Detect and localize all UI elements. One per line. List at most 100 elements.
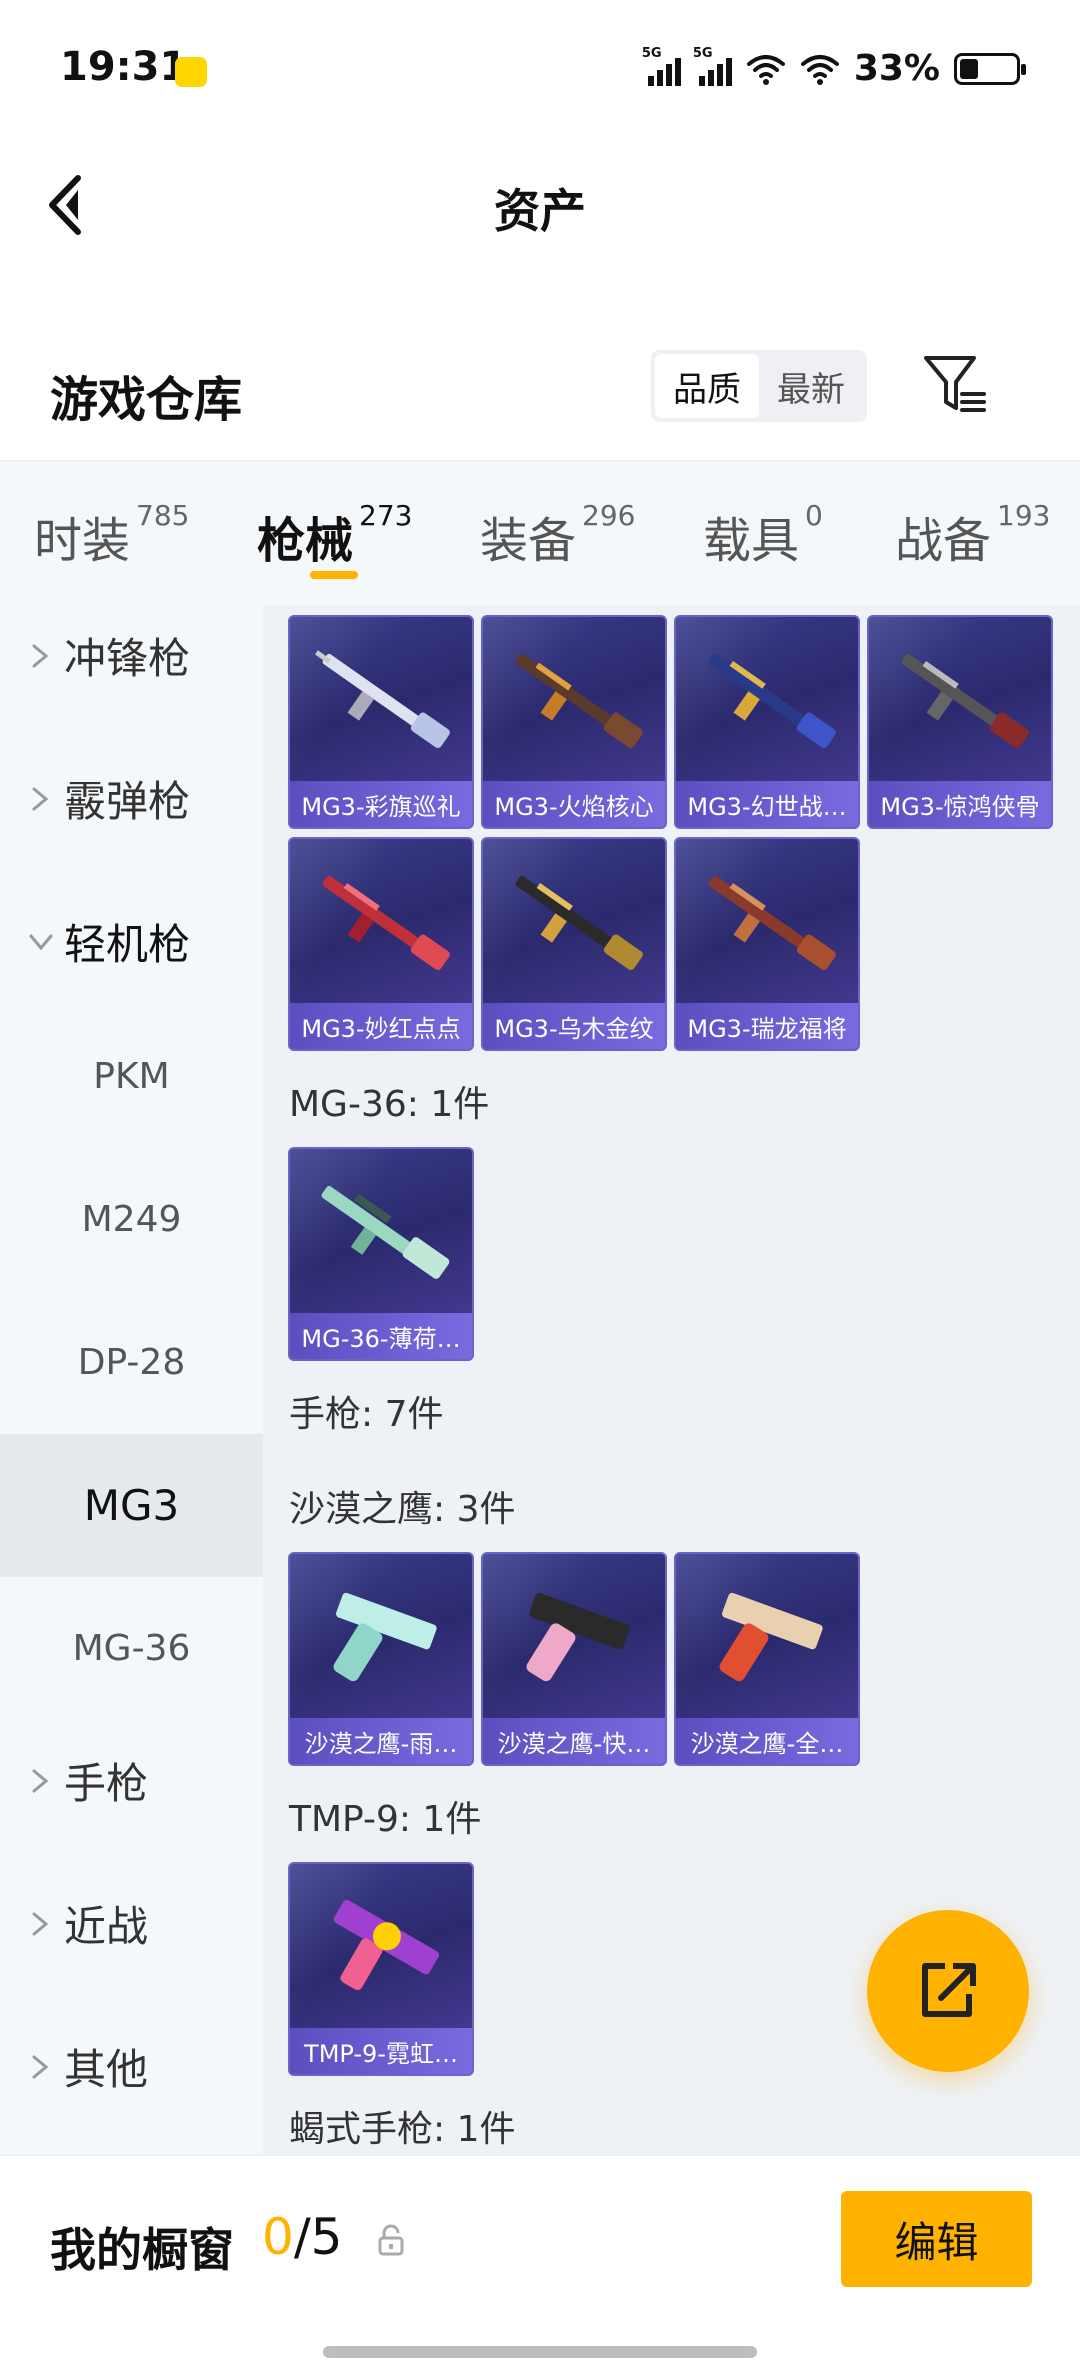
tab-label: 时装 (34, 513, 131, 569)
weapon-card[interactable]: 沙漠之鹰-快… (481, 1552, 667, 1766)
showcase-count: 0/5 (262, 2208, 342, 2266)
status-bar: 19:31 5G 5G 33% (0, 0, 1080, 140)
notification-app-icon (175, 57, 207, 87)
pistol-icon (526, 1592, 630, 1682)
sidebar-item-melee[interactable]: 近战 (26, 1893, 148, 1954)
weapon-name: MG3-幻世战… (676, 781, 858, 827)
weapon-name: MG3-惊鸿侠骨 (869, 781, 1051, 827)
category-tabs: 时装 785 枪械 273 装备 296 载具 0 战备 193 (0, 460, 1080, 605)
tab-label: 载具 (703, 513, 800, 569)
battery-percent: 33% (853, 48, 940, 89)
sidebar-sub-dp28[interactable]: DP-28 (0, 1291, 263, 1434)
sort-toggle: 品质 最新 (651, 350, 867, 422)
weapon-card[interactable]: MG3-彩旗巡礼 (288, 615, 474, 829)
weapon-card[interactable]: 沙漠之鹰-全… (674, 1552, 860, 1766)
sidebar-sub-mg36[interactable]: MG-36 (0, 1577, 263, 1720)
wifi-icon (746, 54, 785, 85)
showcase-label: 我的橱窗 (50, 2223, 234, 2277)
machine-gun-icon (708, 875, 836, 971)
machine-gun-icon (901, 653, 1029, 749)
tab-vehicles[interactable]: 载具 0 (703, 499, 823, 571)
share-icon (922, 1963, 976, 2017)
sidebar-item-other[interactable]: 其他 (26, 2036, 148, 2097)
weapon-card[interactable]: MG3-火焰核心 (481, 615, 667, 829)
network-type-label-2: 5G (692, 45, 713, 61)
tab-count: 273 (359, 499, 413, 532)
page-title: 资产 (494, 184, 586, 238)
home-indicator (323, 2346, 757, 2358)
sidebar-sub-pkm[interactable]: PKM (0, 1005, 263, 1148)
weapon-card[interactable]: 沙漠之鹰-雨… (288, 1552, 474, 1766)
pistol-icon (333, 1592, 437, 1682)
tab-count: 193 (997, 499, 1051, 532)
weapon-card[interactable]: MG3-惊鸿侠骨 (867, 615, 1053, 829)
weapon-card[interactable]: MG3-乌木金纹 (481, 837, 667, 1051)
weapon-name: MG3-乌木金纹 (483, 1003, 665, 1049)
machine-gun-icon (515, 875, 643, 971)
tab-equipment[interactable]: 装备 296 (480, 499, 636, 571)
sidebar-sub-m249[interactable]: M249 (0, 1148, 263, 1291)
machine-gun-icon (322, 875, 450, 971)
group-title: TMP-9: 1件 (289, 1799, 482, 1840)
tab-supplies[interactable]: 战备 193 (895, 499, 1051, 571)
chevron-right-icon (32, 787, 49, 810)
edit-button[interactable]: 编辑 (841, 2191, 1032, 2287)
showcase-total: /5 (293, 2208, 343, 2266)
weapon-card[interactable]: MG3-幻世战… (674, 615, 860, 829)
sort-latest-button[interactable]: 最新 (759, 354, 863, 418)
group-title: MG-36: 1件 (289, 1084, 490, 1125)
cell-signal-icon-2: 5G (693, 46, 732, 86)
tab-fashion[interactable]: 时装 785 (34, 499, 190, 571)
network-type-label: 5G (641, 45, 662, 61)
chevron-right-icon (32, 1769, 49, 1792)
bottom-bar: 我的橱窗 0/5 编辑 (0, 2155, 1080, 2376)
weapon-name: MG3-瑞龙福将 (676, 1003, 858, 1049)
showcase-current: 0 (262, 2208, 294, 2266)
weapon-name: MG-36-薄荷… (290, 1313, 472, 1359)
machine-gun-icon (708, 653, 836, 749)
sidebar-item-label: 其他 (64, 2045, 149, 2094)
pistol-icon (719, 1592, 823, 1682)
share-button[interactable] (867, 1910, 1029, 2072)
wifi-icon-2 (800, 54, 839, 85)
sidebar-item-pistol[interactable]: 手枪 (26, 1750, 148, 1811)
weapon-card[interactable]: TMP-9-霓虹… (288, 1862, 474, 2076)
sidebar-sub-mg3[interactable]: MG3 (0, 1434, 263, 1577)
sidebar-item-shotgun[interactable]: 霰弹枪 (26, 768, 190, 829)
warehouse-row: 游戏仓库 品质 最新 (0, 330, 1080, 460)
tab-label: 枪械 (257, 513, 354, 569)
filter-icon[interactable] (920, 350, 990, 420)
tab-label: 装备 (480, 513, 577, 569)
weapon-name: MG3-彩旗巡礼 (290, 781, 472, 827)
sort-quality-button[interactable]: 品质 (655, 354, 759, 418)
status-icons: 5G 5G 33% (642, 46, 1026, 89)
weapon-name: 沙漠之鹰-全… (676, 1718, 858, 1764)
weapon-card[interactable]: MG3-妙红点点 (288, 837, 474, 1051)
tab-count: 785 (136, 499, 190, 532)
weapon-name: 沙漠之鹰-雨… (290, 1718, 472, 1764)
weapon-card[interactable]: MG3-瑞龙福将 (674, 837, 860, 1051)
status-time: 19:31 (60, 44, 188, 90)
weapon-name: TMP-9-霓虹… (290, 2028, 472, 2074)
app-header: 资产 (0, 140, 1080, 265)
tab-firearms[interactable]: 枪械 273 (257, 499, 413, 571)
chevron-down-icon (29, 934, 53, 950)
rifle-icon (321, 1185, 450, 1279)
sidebar-item-smg[interactable]: 冲锋枪 (26, 625, 190, 686)
tab-count: 0 (805, 499, 823, 532)
weapon-category-sidebar: 冲锋枪 霰弹枪 轻机枪 PKM M249 DP-28 MG3 MG-36 手枪 … (0, 605, 263, 2155)
weapon-name: MG3-火焰核心 (483, 781, 665, 827)
sidebar-item-label: 近战 (64, 1902, 149, 1951)
weapon-name: 沙漠之鹰-快… (483, 1718, 665, 1764)
sidebar-item-lmg[interactable]: 轻机枪 (26, 911, 190, 972)
lock-icon (378, 2224, 404, 2256)
group-title: 手枪: 7件 (289, 1394, 444, 1435)
tab-count: 296 (582, 499, 636, 532)
chevron-right-icon (32, 2055, 49, 2078)
machine-gun-icon (315, 650, 450, 749)
chevron-right-icon (32, 1912, 49, 1935)
group-title: 蝎式手枪: 1件 (289, 2109, 516, 2150)
chevron-right-icon (32, 644, 49, 667)
weapon-card[interactable]: MG-36-薄荷… (288, 1147, 474, 1361)
cell-signal-icon: 5G (642, 46, 681, 86)
